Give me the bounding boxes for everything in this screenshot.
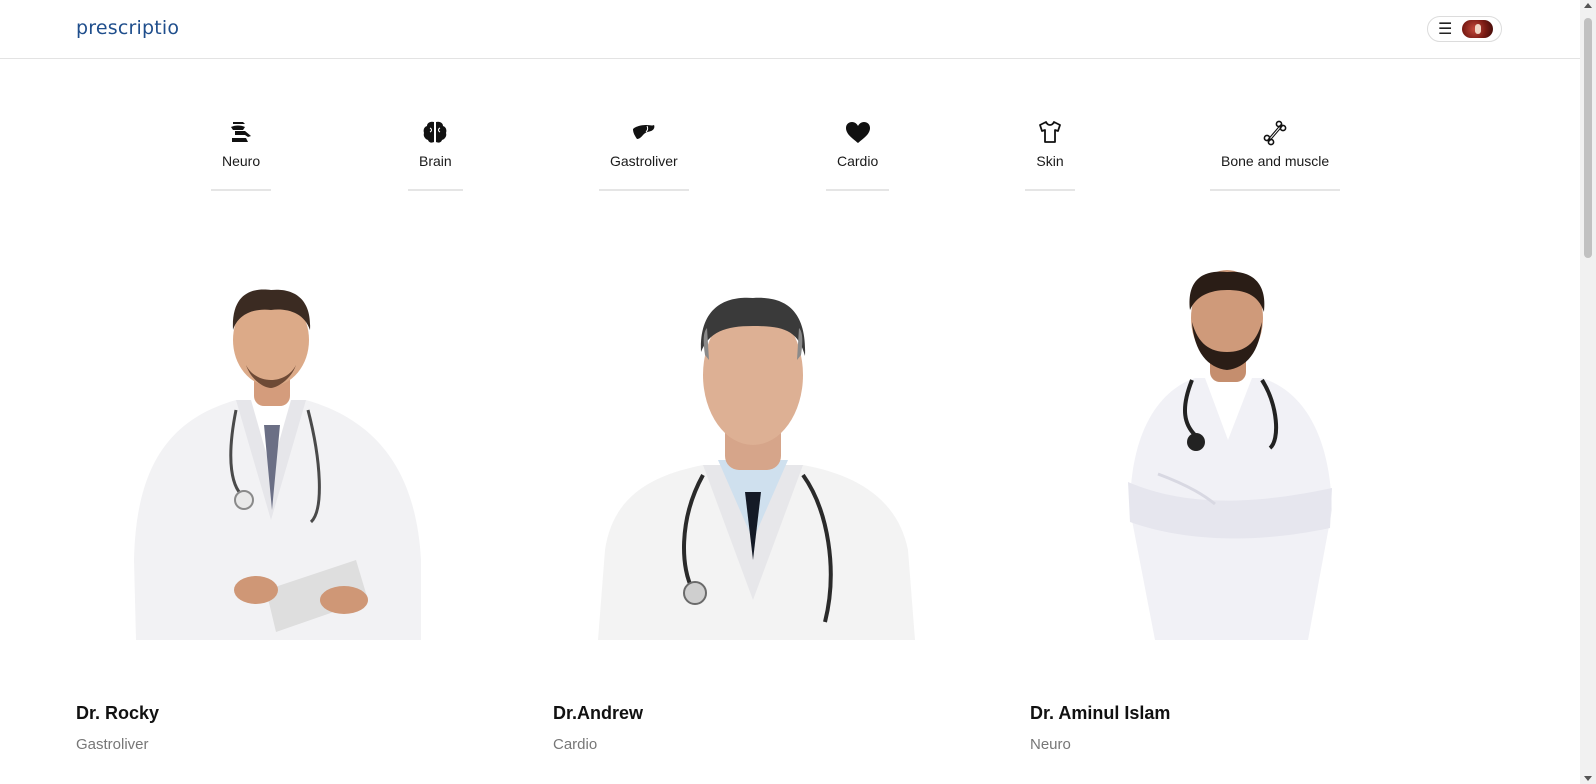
avatar[interactable]: [1462, 20, 1494, 38]
category-neuro[interactable]: Neuro: [211, 118, 272, 191]
heart-icon: [845, 122, 870, 143]
speciality-filter-bar: Neuro Brain Gastroliver Cardio Skin Bone…: [0, 118, 1580, 193]
category-cardio[interactable]: Cardio: [826, 118, 890, 191]
category-label: Skin: [1036, 153, 1064, 169]
category-label: Brain: [419, 153, 452, 169]
doctor-photo[interactable]: [1030, 260, 1450, 652]
doctor-name: Dr. Aminul Islam: [1030, 703, 1171, 723]
category-gastroliver[interactable]: Gastroliver: [599, 118, 689, 191]
category-skin[interactable]: Skin: [1025, 118, 1075, 191]
category-label: Bone and muscle: [1221, 153, 1330, 169]
doctor-card[interactable]: Dr.Andrew Cardio: [553, 260, 973, 753]
user-menu-button[interactable]: ☰: [1427, 16, 1502, 42]
doctor-speciality: Gastroliver: [76, 736, 149, 753]
neuro-icon: [231, 122, 252, 142]
scroll-down-arrow-icon[interactable]: [1584, 776, 1592, 781]
liver-icon: [632, 125, 655, 139]
doctor-list: Dr. Rocky Gastroliver Dr.Andrew Cardio D…: [0, 260, 1580, 784]
doctor-name: Dr. Rocky: [76, 703, 160, 723]
scroll-thumb[interactable]: [1584, 18, 1592, 258]
brain-icon: [423, 121, 447, 143]
category-brain[interactable]: Brain: [408, 118, 463, 191]
doctor-card[interactable]: Dr. Aminul Islam Neuro: [1030, 260, 1450, 753]
top-navbar: prescriptio ☰: [0, 0, 1580, 59]
hamburger-icon[interactable]: ☰: [1438, 21, 1452, 37]
doctor-name: Dr.Andrew: [553, 703, 644, 723]
doctor-speciality: Neuro: [1030, 736, 1071, 753]
category-label: Neuro: [222, 153, 261, 169]
shirt-icon: [1039, 121, 1061, 143]
doctor-speciality: Cardio: [553, 736, 598, 753]
category-label: Gastroliver: [610, 153, 678, 169]
category-label: Cardio: [837, 153, 879, 169]
category-bone-and-muscle[interactable]: Bone and muscle: [1210, 118, 1341, 191]
doctor-card[interactable]: Dr. Rocky Gastroliver: [76, 260, 496, 753]
scroll-up-arrow-icon[interactable]: [1584, 3, 1592, 8]
logo[interactable]: prescriptio: [76, 17, 179, 39]
page-scrollbar[interactable]: [1580, 0, 1596, 784]
doctor-photo[interactable]: [553, 260, 973, 652]
doctor-photo[interactable]: [76, 260, 496, 652]
bone-icon: [1263, 120, 1287, 146]
